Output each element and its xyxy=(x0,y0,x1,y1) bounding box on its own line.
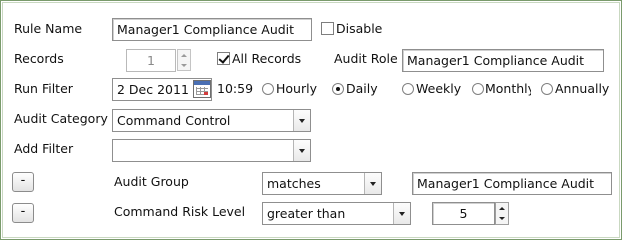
calendar-icon[interactable] xyxy=(193,80,211,98)
spin-down-icon[interactable] xyxy=(496,214,508,225)
radio-weekly-label: Weekly xyxy=(416,81,462,96)
all-records-checkbox[interactable] xyxy=(217,52,230,65)
run-filter-date-value: 2 Dec 2011 xyxy=(117,82,189,97)
risk-level-input[interactable]: 5 xyxy=(432,202,495,225)
chevron-down-icon[interactable] xyxy=(393,203,410,224)
filter-operator-select[interactable]: greater than xyxy=(262,202,411,225)
add-filter-label: Add Filter xyxy=(14,141,74,156)
filter-operator-select[interactable]: matches xyxy=(262,172,382,195)
radio-hourly-label: Hourly xyxy=(276,81,317,96)
rule-name-input[interactable]: Manager1 Compliance Audit xyxy=(112,18,312,41)
chevron-down-icon[interactable] xyxy=(293,110,310,131)
records-spinner-icon[interactable] xyxy=(177,49,191,71)
filter-value-input[interactable]: Manager1 Compliance Audit xyxy=(412,172,612,195)
filter-field-audit-group: Audit Group xyxy=(114,174,189,189)
run-filter-time: 10:59 xyxy=(217,81,254,96)
records-label: Records xyxy=(14,51,64,66)
filter-operator-value: matches xyxy=(267,176,321,191)
rule-editor-panel: Rule Name Manager1 Compliance Audit Disa… xyxy=(0,0,622,240)
disable-label: Disable xyxy=(336,21,383,36)
radio-monthly[interactable] xyxy=(472,83,484,95)
spin-up-icon[interactable] xyxy=(178,50,190,60)
records-input[interactable]: 1 xyxy=(126,49,176,72)
radio-weekly[interactable] xyxy=(402,83,414,95)
radio-daily[interactable] xyxy=(332,83,344,95)
audit-category-select[interactable]: Command Control xyxy=(112,109,311,132)
radio-hourly[interactable] xyxy=(262,83,274,95)
risk-level-spinner-icon[interactable] xyxy=(495,202,509,225)
audit-category-value: Command Control xyxy=(117,113,231,128)
filter-field-command-risk-level: Command Risk Level xyxy=(114,204,246,219)
run-filter-label: Run Filter xyxy=(14,81,73,96)
rule-name-label: Rule Name xyxy=(14,21,83,36)
chevron-down-icon[interactable] xyxy=(293,140,310,161)
radio-annually[interactable] xyxy=(541,83,553,95)
spin-down-icon[interactable] xyxy=(178,60,190,70)
audit-role-input[interactable]: Manager1 Compliance Audit xyxy=(402,49,604,72)
filter-operator-value: greater than xyxy=(267,206,346,221)
chevron-down-icon[interactable] xyxy=(364,173,381,194)
remove-filter-button[interactable]: - xyxy=(12,203,34,223)
remove-filter-button[interactable]: - xyxy=(12,172,34,192)
radio-daily-label: Daily xyxy=(346,81,378,96)
audit-role-label: Audit Role xyxy=(334,51,398,66)
disable-checkbox[interactable] xyxy=(321,22,334,35)
radio-monthly-label: Monthly xyxy=(485,81,531,96)
radio-annually-label: Annually xyxy=(555,81,610,96)
add-filter-select[interactable] xyxy=(112,139,311,162)
all-records-label: All Records xyxy=(232,51,302,66)
spin-up-icon[interactable] xyxy=(496,203,508,214)
audit-category-label: Audit Category xyxy=(14,111,108,126)
